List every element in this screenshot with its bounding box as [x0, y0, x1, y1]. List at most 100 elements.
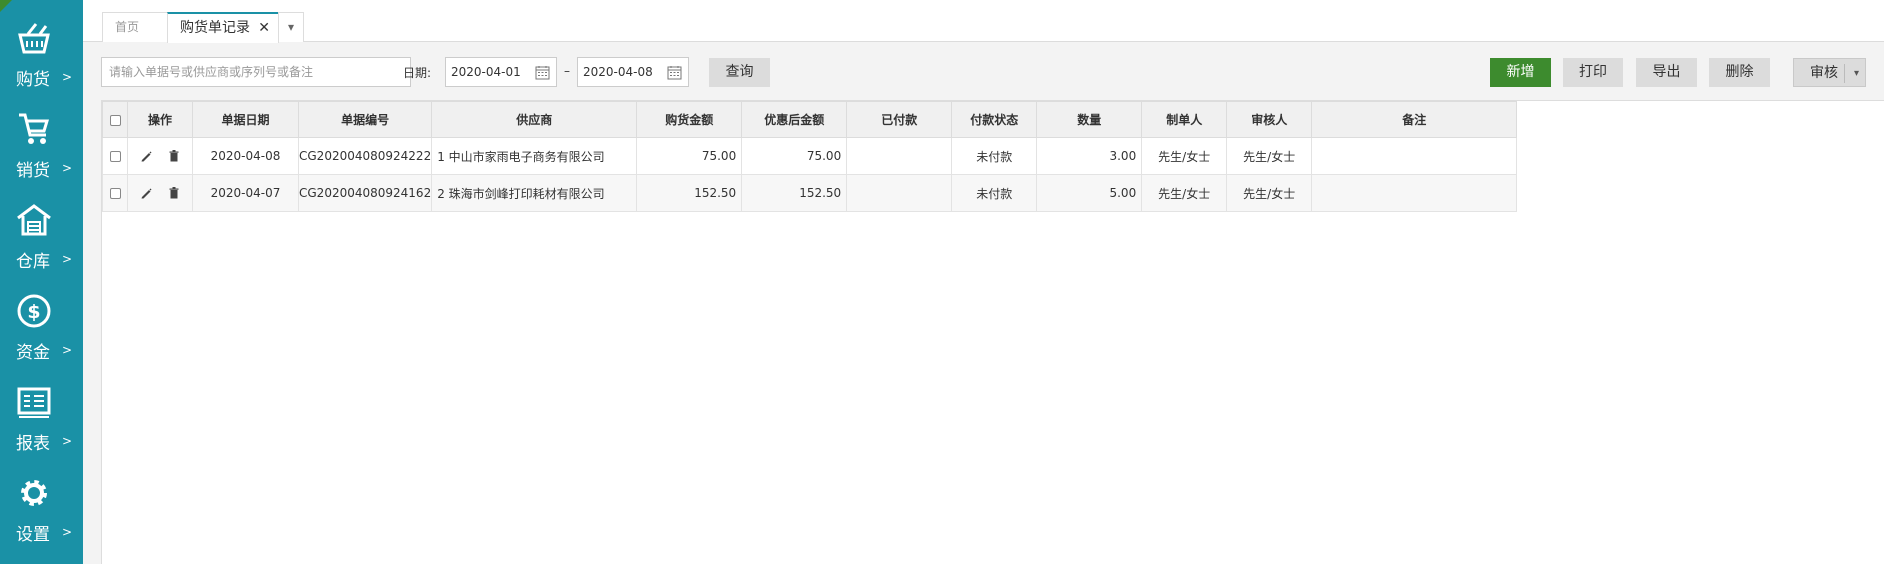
report-icon [17, 387, 51, 418]
column-header[interactable]: 审核人 [1226, 101, 1313, 138]
sidebar-item-reports[interactable]: 报表 > [0, 364, 83, 455]
tab-bar: 首页 购货单记录 ✕ ▾ [83, 0, 1884, 43]
chevron-down-icon[interactable]: ▾ [278, 12, 304, 42]
tab-home[interactable]: 首页 [102, 12, 168, 42]
cell-qty: 5.00 [1036, 174, 1143, 212]
row-actions [127, 174, 193, 212]
table-row[interactable]: 2020-04-07 CG202004080924162 2 珠海市剑峰打印耗材… [102, 174, 1518, 212]
cell-discounted: 75.00 [741, 137, 848, 175]
delete-button[interactable]: 删除 [1709, 58, 1770, 87]
cart-icon [19, 113, 50, 144]
cell-note [1311, 174, 1518, 212]
column-header[interactable]: 制单人 [1141, 101, 1228, 138]
row-select-cell[interactable] [102, 137, 128, 175]
export-button[interactable]: 导出 [1636, 58, 1697, 87]
date-to-field[interactable]: 2020-04-08 [577, 57, 689, 87]
column-header[interactable]: 付款状态 [951, 101, 1038, 138]
audit-button[interactable]: 审核 ▾ [1793, 58, 1866, 87]
cell-status: 未付款 [951, 174, 1038, 212]
sidebar-item-purchase[interactable]: 购货 > [0, 0, 83, 91]
chevron-right-icon: > [62, 343, 73, 357]
svg-text:$: $ [27, 301, 40, 323]
cell-amount: 152.50 [636, 174, 743, 212]
sidebar-item-label: 仓库 [16, 252, 50, 272]
cell-doc-no: CG202004080924162 [297, 174, 433, 212]
basket-icon [18, 23, 50, 54]
chevron-right-icon: > [62, 434, 73, 448]
cell-status: 未付款 [951, 137, 1038, 175]
cell-maker: 先生/女士 [1141, 137, 1228, 175]
date-to-value: 2020-04-08 [583, 65, 653, 79]
table-header-row: 操作 单据日期 单据编号 供应商 购货金额 优惠后金额 已付款 付款状态 数量 … [102, 101, 1518, 138]
warehouse-icon [17, 204, 51, 236]
audit-label: 审核 [1810, 65, 1838, 81]
cell-note [1311, 137, 1518, 175]
chevron-right-icon: > [62, 70, 73, 84]
sidebar: 购货 > 销货 > 仓库 > $ 资金 > 报表 > 设置 > [0, 0, 83, 564]
close-icon[interactable]: ✕ [258, 14, 270, 42]
trash-icon[interactable] [167, 186, 181, 200]
calendar-icon[interactable] [667, 65, 682, 80]
column-header[interactable]: 供应商 [431, 101, 638, 138]
chevron-right-icon: > [62, 525, 73, 539]
cell-doc-no: CG202004080924222 [297, 137, 433, 175]
cell-maker: 先生/女士 [1141, 174, 1228, 212]
column-header[interactable]: 备注 [1311, 101, 1518, 138]
edit-icon[interactable] [139, 149, 153, 163]
row-select-cell[interactable] [102, 174, 128, 212]
select-all-checkbox[interactable] [109, 114, 121, 126]
grid-area: 操作 单据日期 单据编号 供应商 购货金额 优惠后金额 已付款 付款状态 数量 … [101, 100, 1884, 564]
column-header[interactable]: 优惠后金额 [741, 101, 848, 138]
tab-label: 购货单记录 [180, 20, 250, 36]
cell-auditor: 先生/女士 [1226, 137, 1313, 175]
date-from-value: 2020-04-01 [451, 65, 521, 79]
sidebar-item-sales[interactable]: 销货 > [0, 91, 83, 182]
trash-icon[interactable] [167, 149, 181, 163]
cell-paid [846, 174, 953, 212]
cell-date: 2020-04-08 [192, 137, 299, 175]
column-header[interactable]: 数量 [1036, 101, 1143, 138]
column-header[interactable]: 购货金额 [636, 101, 743, 138]
cell-supplier: 2 珠海市剑峰打印耗材有限公司 [431, 174, 638, 212]
divider [1844, 64, 1845, 83]
row-checkbox[interactable] [109, 151, 121, 162]
sidebar-item-label: 设置 [16, 525, 50, 545]
cell-discounted: 152.50 [741, 174, 848, 212]
add-button[interactable]: 新增 [1490, 58, 1551, 87]
date-from-field[interactable]: 2020-04-01 [445, 57, 557, 87]
sidebar-item-warehouse[interactable]: 仓库 > [0, 182, 83, 273]
sidebar-item-label: 销货 [16, 161, 50, 181]
calendar-icon[interactable] [535, 65, 550, 80]
toolbar: 日期: 2020-04-01 – 2020-04-08 查询 新增 打印 导出 … [83, 42, 1884, 100]
column-header[interactable]: 单据编号 [297, 101, 433, 138]
row-actions [127, 137, 193, 175]
chevron-down-icon[interactable]: ▾ [1854, 59, 1859, 88]
chevron-right-icon: > [62, 252, 73, 266]
cell-supplier: 1 中山市家雨电子商务有限公司 [431, 137, 638, 175]
query-button[interactable]: 查询 [709, 58, 770, 87]
edit-icon[interactable] [139, 186, 153, 200]
tab-purchase-records[interactable]: 购货单记录 ✕ [167, 12, 279, 43]
print-button[interactable]: 打印 [1563, 58, 1623, 87]
cell-date: 2020-04-07 [192, 174, 299, 212]
cell-paid [846, 137, 953, 175]
sidebar-item-label: 购货 [16, 70, 50, 90]
column-header: 操作 [127, 101, 193, 138]
column-header[interactable]: 单据日期 [192, 101, 299, 138]
row-checkbox[interactable] [109, 188, 121, 199]
cell-auditor: 先生/女士 [1226, 174, 1313, 212]
sidebar-item-label: 资金 [16, 343, 50, 363]
cell-qty: 3.00 [1036, 137, 1143, 175]
search-input[interactable] [101, 57, 411, 87]
sidebar-item-settings[interactable]: 设置 > [0, 455, 83, 546]
chevron-right-icon: > [62, 161, 73, 175]
table-row[interactable]: 2020-04-08 CG202004080924222 1 中山市家雨电子商务… [102, 137, 1518, 175]
gear-icon [21, 480, 47, 506]
select-all-cell[interactable] [102, 101, 128, 138]
sidebar-item-label: 报表 [16, 434, 50, 454]
date-label: 日期: [403, 66, 432, 80]
sidebar-item-funds[interactable]: $ 资金 > [0, 273, 83, 364]
column-header[interactable]: 已付款 [846, 101, 953, 138]
date-separator: – [564, 64, 570, 78]
dollar-icon: $ [17, 294, 51, 328]
